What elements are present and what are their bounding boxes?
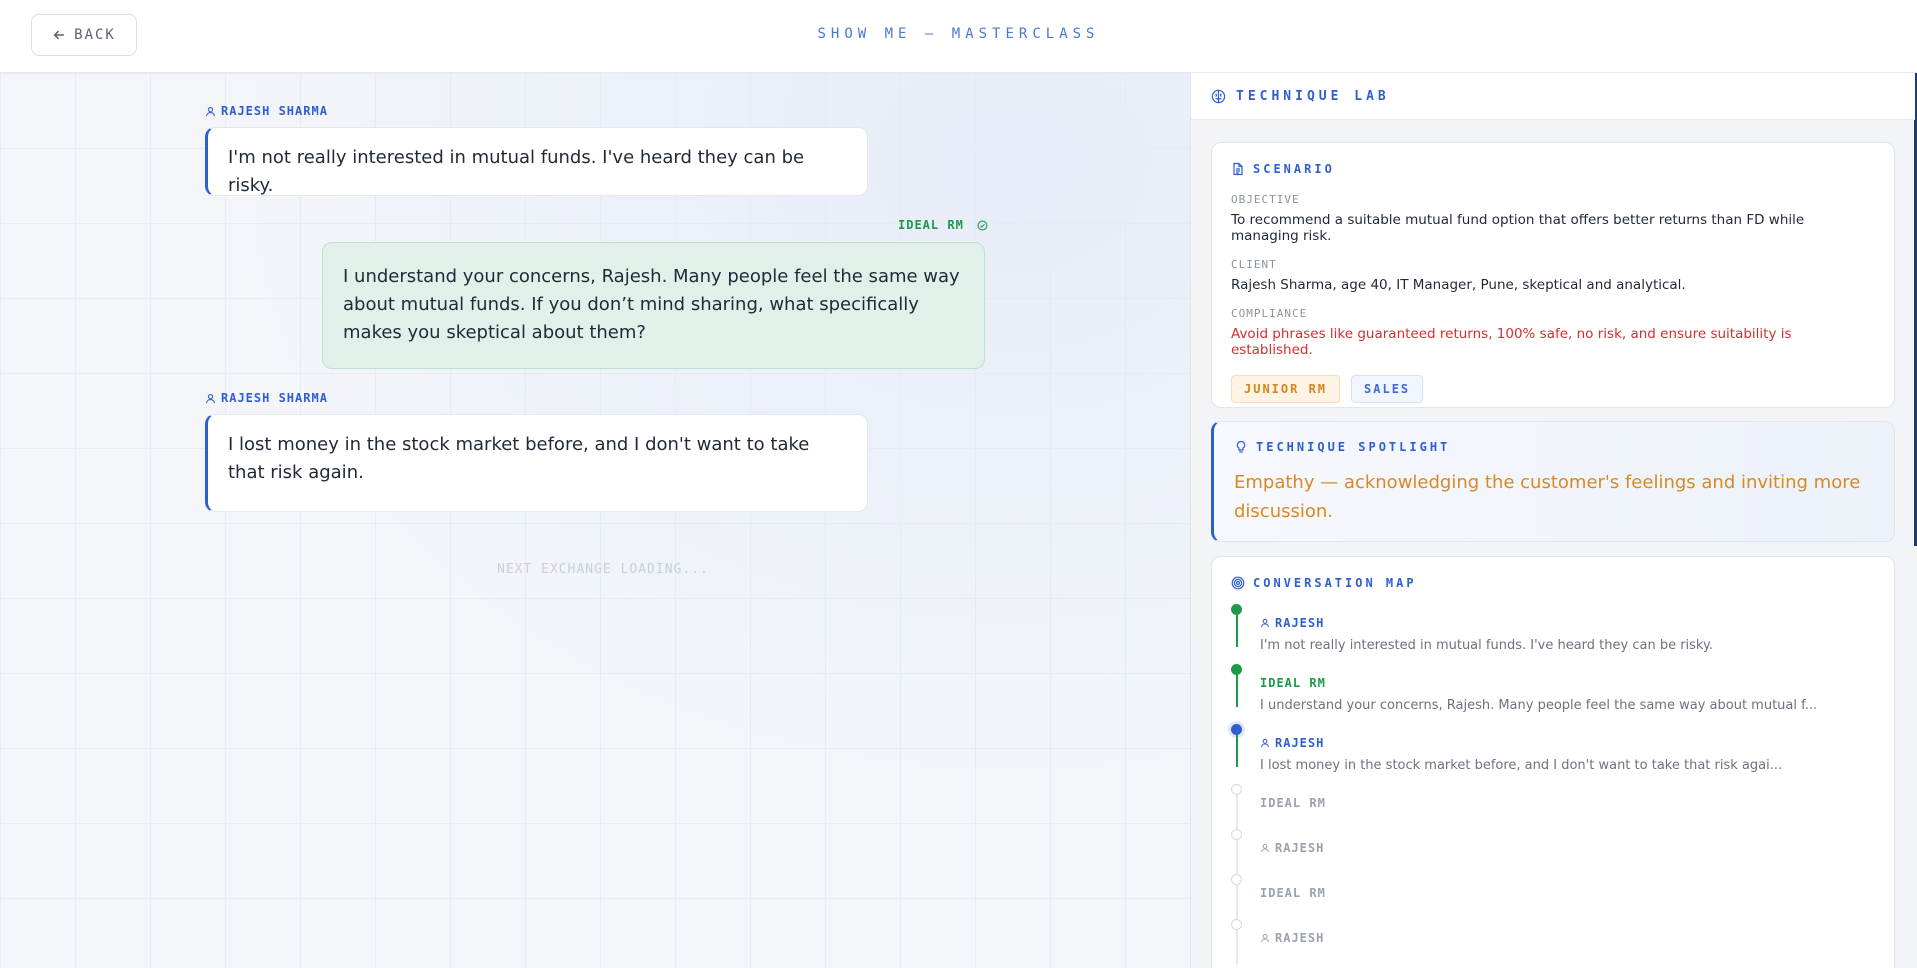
brain-icon	[1211, 89, 1226, 103]
rm-message-bubble: I understand your concerns, Rajesh. Many…	[322, 242, 985, 369]
message-speaker: IDEAL RM	[898, 218, 988, 232]
user-icon	[206, 393, 215, 403]
timeline-speaker-label: RAJESH	[1275, 841, 1325, 855]
chat-area: RAJESH SHARMA I'm not really interested …	[0, 73, 1190, 968]
timeline-speaker[interactable]: RAJESH	[1260, 736, 1324, 750]
lightbulb-icon	[1236, 440, 1246, 453]
compliance-label: COMPLIANCE	[1231, 307, 1308, 320]
scenario-title-label: SCENARIO	[1253, 162, 1335, 176]
page-title: SHOW ME — MASTERCLASS	[817, 26, 1100, 42]
timeline-connector	[1236, 840, 1238, 874]
scenario-tags: JUNIOR RM SALES	[1231, 375, 1875, 403]
timeline-speaker-label: IDEAL RM	[1260, 886, 1326, 900]
top-bar: BACK SHOW ME — MASTERCLASS	[0, 0, 1917, 73]
timeline-connector	[1236, 735, 1238, 767]
timeline-speaker[interactable]: IDEAL RM	[1260, 676, 1326, 690]
message-speaker: RAJESH SHARMA	[205, 391, 328, 405]
timeline-speaker-label: IDEAL RM	[1260, 796, 1326, 810]
objective-value: To recommend a suitable mutual fund opti…	[1231, 212, 1805, 244]
timeline-speaker-label: RAJESH	[1275, 736, 1325, 750]
timeline-connector	[1236, 615, 1238, 647]
timeline-speaker[interactable]: RAJESH	[1260, 616, 1324, 630]
timeline-speaker-label: RAJESH	[1275, 616, 1325, 630]
user-icon	[1261, 738, 1269, 748]
conversation-map-card: CONVERSATION MAP RAJESH I'm not really i…	[1211, 556, 1895, 968]
user-icon	[1261, 618, 1269, 628]
spotlight-text: Empathy — acknowledging the customer's f…	[1234, 472, 1861, 522]
check-circle-icon	[977, 220, 988, 230]
compliance-value: Avoid phrases like guaranteed returns, 1…	[1231, 326, 1792, 358]
timeline-speaker[interactable]: IDEAL RM	[1260, 796, 1326, 810]
timeline-connector	[1236, 675, 1238, 707]
client-message-bubble: I'm not really interested in mutual fund…	[205, 127, 868, 196]
timeline-speaker[interactable]: RAJESH	[1260, 841, 1324, 855]
speaker-name: IDEAL RM	[898, 218, 964, 232]
conversation-timeline: RAJESH I'm not really interested in mutu…	[1212, 557, 1894, 968]
timeline-speaker[interactable]: IDEAL RM	[1260, 886, 1326, 900]
message-speaker: RAJESH SHARMA	[205, 104, 328, 118]
timeline-dot	[1231, 724, 1242, 735]
panel-title: TECHNIQUE LAB	[1236, 88, 1390, 104]
scenario-title: SCENARIO	[1231, 162, 1875, 176]
client-value: Rajesh Sharma, age 40, IT Manager, Pune,…	[1231, 277, 1686, 293]
timeline-dot	[1231, 784, 1242, 795]
client-message-bubble: I lost money in the stock market before,…	[205, 414, 868, 512]
technique-spotlight-card: TECHNIQUE SPOTLIGHT Empathy — acknowledg…	[1211, 421, 1895, 542]
scenario-card: SCENARIO OBJECTIVE To recommend a suitab…	[1211, 142, 1895, 408]
user-icon	[1261, 843, 1269, 853]
user-icon	[1261, 933, 1269, 943]
client-label: CLIENT	[1231, 258, 1277, 271]
timeline-speaker-label: IDEAL RM	[1260, 676, 1326, 690]
user-icon	[206, 106, 215, 116]
timeline-dot	[1231, 664, 1242, 675]
speaker-name: RAJESH SHARMA	[221, 104, 328, 118]
spotlight-title-label: TECHNIQUE SPOTLIGHT	[1256, 440, 1451, 454]
spotlight-title: TECHNIQUE SPOTLIGHT	[1234, 440, 1874, 454]
timeline-dot	[1231, 604, 1242, 615]
timeline-connector	[1236, 885, 1238, 919]
technique-lab-panel: TECHNIQUE LAB SCENARIO OBJECTIVE To reco…	[1190, 73, 1917, 968]
loading-indicator: NEXT EXCHANGE LOADING...	[497, 562, 709, 577]
timeline-text: I lost money in the stock market before,…	[1260, 758, 1783, 773]
document-icon	[1233, 162, 1243, 176]
timeline-speaker[interactable]: RAJESH	[1260, 931, 1324, 945]
timeline-connector	[1236, 930, 1238, 964]
timeline-text: I'm not really interested in mutual fund…	[1260, 638, 1713, 653]
speaker-name: RAJESH SHARMA	[221, 391, 328, 405]
objective-label: OBJECTIVE	[1231, 193, 1300, 206]
panel-header: TECHNIQUE LAB	[1191, 73, 1915, 120]
timeline-speaker-label: RAJESH	[1275, 931, 1325, 945]
timeline-dot	[1231, 919, 1242, 930]
tag-junior-rm: JUNIOR RM	[1231, 375, 1341, 403]
timeline-dot	[1231, 874, 1242, 885]
tag-sales: SALES	[1351, 375, 1424, 403]
timeline-text: I understand your concerns, Rajesh. Many…	[1260, 698, 1818, 713]
timeline-dot	[1231, 829, 1242, 840]
timeline-connector	[1236, 795, 1238, 829]
